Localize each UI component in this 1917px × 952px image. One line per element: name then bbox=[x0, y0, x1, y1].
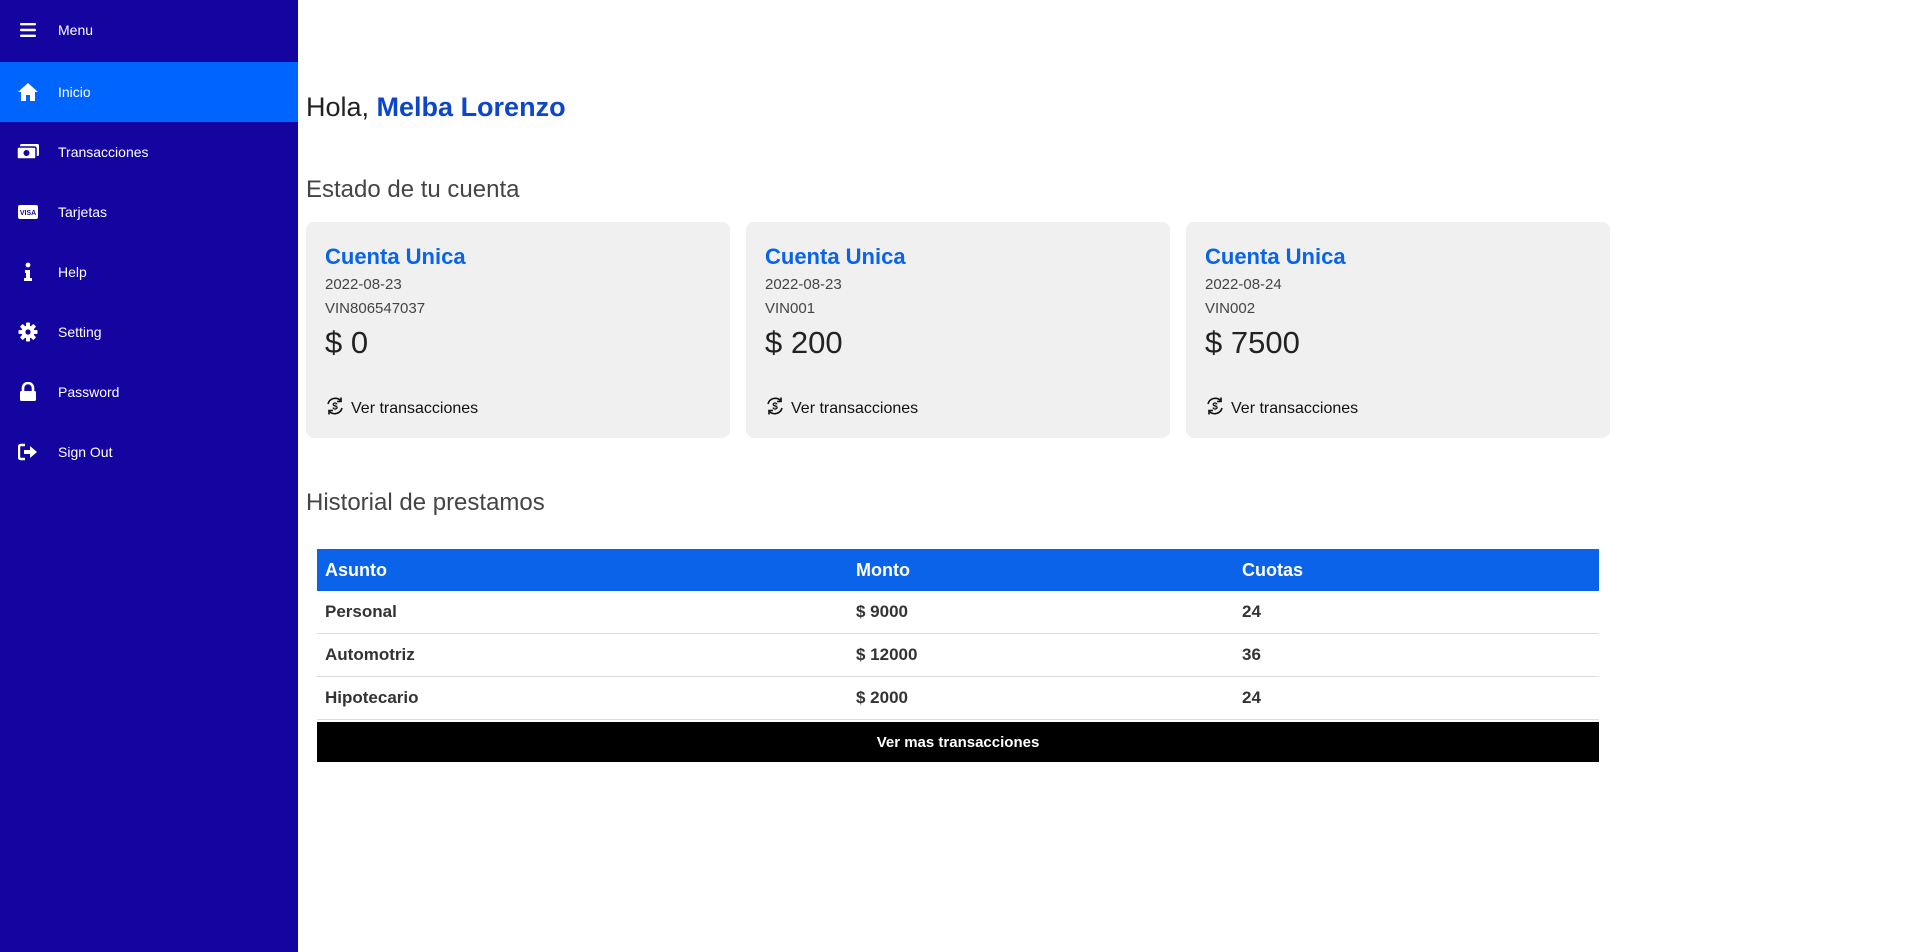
account-date: 2022-08-24 bbox=[1205, 276, 1282, 293]
user-name: Melba Lorenzo bbox=[376, 92, 566, 122]
menu-label: Menu bbox=[58, 22, 94, 38]
more-transactions-button[interactable]: Ver mas transacciones bbox=[317, 722, 1599, 762]
sidebar: Menu Inicio Transacciones VISA Tarjetas … bbox=[0, 0, 298, 952]
cell-asunto: Personal bbox=[325, 602, 397, 621]
loans-table: Asunto Monto Cuotas Personal $ 9000 24 A… bbox=[317, 549, 1599, 762]
account-title: Cuenta Unica bbox=[325, 244, 466, 269]
table-row: Personal $ 9000 24 bbox=[317, 591, 1599, 634]
column-header-asunto: Asunto bbox=[325, 559, 387, 580]
dollar-cycle-icon: $ bbox=[325, 396, 345, 421]
sidebar-item-label: Inicio bbox=[58, 84, 91, 100]
table-row: Hipotecario $ 2000 24 bbox=[317, 677, 1599, 720]
view-transactions-link[interactable]: $ Ver transacciones bbox=[1205, 396, 1358, 421]
view-transactions-link[interactable]: $ Ver transacciones bbox=[765, 396, 918, 421]
svg-text:$: $ bbox=[772, 402, 778, 413]
view-transactions-label: Ver transacciones bbox=[791, 399, 919, 417]
account-number: VIN806547037 bbox=[325, 300, 426, 317]
account-balance: $ 200 bbox=[765, 325, 843, 360]
table-row: Automotriz $ 12000 36 bbox=[317, 634, 1599, 677]
view-transactions-label: Ver transacciones bbox=[1231, 399, 1359, 417]
sidebar-item-setting[interactable]: Setting bbox=[0, 302, 298, 362]
sidebar-item-label: Transacciones bbox=[58, 144, 149, 160]
column-header-cuotas: Cuotas bbox=[1242, 559, 1304, 580]
sidebar-item-tarjetas[interactable]: VISA Tarjetas bbox=[0, 182, 298, 242]
accounts-section-title: Estado de tu cuenta bbox=[306, 176, 520, 203]
info-icon bbox=[0, 262, 56, 282]
account-balance: $ 7500 bbox=[1205, 325, 1300, 360]
sign-out-icon bbox=[0, 443, 56, 461]
account-date: 2022-08-23 bbox=[325, 276, 402, 293]
menu-toggle[interactable]: Menu bbox=[0, 0, 298, 60]
svg-text:$: $ bbox=[332, 402, 338, 413]
account-card: Cuenta Unica 2022-08-23 VIN001 $ 200 $ V… bbox=[746, 222, 1170, 438]
account-card: Cuenta Unica 2022-08-24 VIN002 $ 7500 $ … bbox=[1186, 222, 1610, 438]
sidebar-item-label: Setting bbox=[58, 324, 102, 340]
cell-monto: $ 12000 bbox=[856, 645, 918, 664]
column-header-monto: Monto bbox=[856, 559, 910, 580]
sidebar-item-sign-out[interactable]: Sign Out bbox=[0, 422, 298, 482]
gear-icon bbox=[0, 322, 56, 342]
cell-asunto: Automotriz bbox=[325, 645, 415, 664]
account-card: Cuenta Unica 2022-08-23 VIN806547037 $ 0… bbox=[306, 222, 730, 438]
sidebar-item-password[interactable]: Password bbox=[0, 362, 298, 422]
account-number: VIN002 bbox=[1205, 300, 1256, 317]
loans-section-title: Historial de prestamos bbox=[306, 489, 545, 516]
view-transactions-label: Ver transacciones bbox=[351, 399, 479, 417]
sidebar-item-inicio[interactable]: Inicio bbox=[0, 62, 298, 122]
sidebar-item-transacciones[interactable]: Transacciones bbox=[0, 122, 298, 182]
money-icon bbox=[0, 143, 56, 161]
main-content: Hola, Melba Lorenzo Estado de tu cuenta … bbox=[298, 0, 1917, 952]
view-transactions-link[interactable]: $ Ver transacciones bbox=[325, 396, 478, 421]
sidebar-item-label: Sign Out bbox=[58, 444, 113, 460]
sidebar-item-label: Help bbox=[58, 264, 87, 280]
svg-text:$: $ bbox=[1212, 402, 1218, 413]
account-balance: $ 0 bbox=[325, 325, 369, 360]
cell-cuotas: 36 bbox=[1242, 645, 1261, 664]
hamburger-icon bbox=[0, 22, 56, 38]
account-date: 2022-08-23 bbox=[765, 276, 842, 293]
account-title: Cuenta Unica bbox=[765, 244, 906, 269]
account-title: Cuenta Unica bbox=[1205, 244, 1346, 269]
visa-card-icon: VISA bbox=[0, 204, 56, 220]
account-number: VIN001 bbox=[765, 300, 816, 317]
cell-asunto: Hipotecario bbox=[325, 688, 419, 707]
greeting-prefix: Hola, bbox=[306, 92, 370, 122]
cell-monto: $ 9000 bbox=[856, 602, 908, 621]
dollar-cycle-icon: $ bbox=[765, 396, 785, 421]
sidebar-item-help[interactable]: Help bbox=[0, 242, 298, 302]
cell-monto: $ 2000 bbox=[856, 688, 908, 707]
lock-icon bbox=[0, 382, 56, 402]
dollar-cycle-icon: $ bbox=[1205, 396, 1225, 421]
home-icon bbox=[0, 82, 56, 102]
cell-cuotas: 24 bbox=[1242, 688, 1261, 707]
sidebar-item-label: Password bbox=[58, 384, 120, 400]
table-header: Asunto Monto Cuotas bbox=[317, 549, 1599, 591]
svg-text:VISA: VISA bbox=[20, 210, 36, 217]
account-cards: Cuenta Unica 2022-08-23 VIN806547037 $ 0… bbox=[306, 222, 1610, 438]
cell-cuotas: 24 bbox=[1242, 602, 1261, 621]
sidebar-item-label: Tarjetas bbox=[58, 204, 108, 220]
greeting: Hola, Melba Lorenzo bbox=[306, 92, 566, 123]
